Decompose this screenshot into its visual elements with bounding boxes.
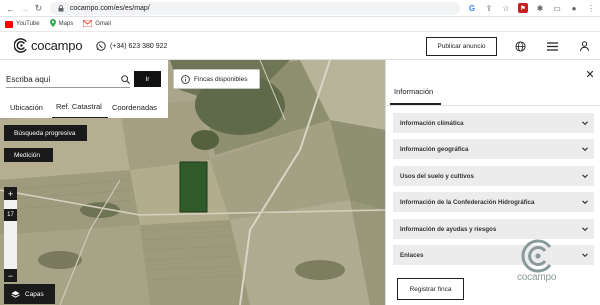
search-panel: Ir Ubicación Ref. Catastral Coordenadas xyxy=(0,60,168,118)
cocampo-watermark-text: cocampo xyxy=(517,272,557,283)
globe-icon[interactable] xyxy=(514,40,526,52)
menu-dots-icon[interactable]: ⋮ xyxy=(586,3,596,13)
info-panel: ✕ Información Información climática Info… xyxy=(385,60,600,305)
accordion-label: Usos del suelo y cultivos xyxy=(400,172,474,180)
divider xyxy=(386,105,600,106)
accordion-climate[interactable]: Información climática xyxy=(393,113,594,133)
search-input[interactable] xyxy=(6,72,130,88)
gmail-icon xyxy=(82,19,93,29)
share-icon[interactable]: ⇪ xyxy=(484,3,494,13)
google-icon[interactable]: G xyxy=(467,3,477,13)
user-icon[interactable] xyxy=(578,40,590,52)
phone-number: (+34) 623 380 922 xyxy=(110,42,168,50)
chevron-down-icon xyxy=(582,174,588,179)
whatsapp-icon xyxy=(96,41,106,51)
site-header: cocampo (+34) 623 380 922 Publicar anunc… xyxy=(0,32,600,60)
zoom-level-indicator[interactable]: 17 xyxy=(4,209,17,221)
layers-icon xyxy=(11,290,20,298)
bookmark-label: YouTube xyxy=(16,21,40,27)
bookmark-youtube[interactable]: YouTube xyxy=(5,20,40,28)
accordion-aid-risks[interactable]: Información de ayudas y riesgos xyxy=(393,219,594,239)
bookmark-maps[interactable]: Maps xyxy=(49,19,74,29)
register-farm-button[interactable]: Registrar finca xyxy=(397,278,464,300)
tab-ref-catastral[interactable]: Ref. Catastral xyxy=(52,96,108,118)
zoom-slider-track[interactable] xyxy=(4,188,17,281)
layers-button[interactable]: Capas xyxy=(4,284,55,304)
tab-coordenadas[interactable]: Coordenadas xyxy=(108,96,168,118)
browser-address-bar: ← → ↻ cocampo.com/es/es/map/ G ⇪ ☆ ⚑ ✱ ▭… xyxy=(0,0,600,17)
bookmarks-bar: YouTube Maps Gmail xyxy=(0,17,600,32)
phone-contact[interactable]: (+34) 623 380 922 xyxy=(96,41,167,51)
profile-icon[interactable]: ● xyxy=(569,3,579,13)
zoom-out-button[interactable]: − xyxy=(4,269,17,282)
accordion-hydrographic[interactable]: Información de la Confederación Hidrográ… xyxy=(393,192,594,212)
accordion-label: Información geográfica xyxy=(400,145,469,153)
progressive-search-button[interactable]: Búsqueda progresiva xyxy=(4,125,87,141)
accordion-label: Información de la Confederación Hidrográ… xyxy=(400,198,535,206)
reload-icon[interactable]: ↻ xyxy=(32,2,45,15)
available-farms-label: Fincas disponibles xyxy=(194,75,248,83)
bookmark-gmail[interactable]: Gmail xyxy=(82,19,111,29)
search-icon[interactable] xyxy=(121,75,131,85)
available-farms-toggle[interactable]: Fincas disponibles xyxy=(173,69,260,89)
accordion-label: Información climática xyxy=(400,119,464,127)
extension-badge-icon[interactable]: ⚑ xyxy=(518,3,528,13)
chevron-down-icon xyxy=(582,227,588,232)
close-icon[interactable]: ✕ xyxy=(584,68,596,81)
publish-listing-button[interactable]: Publicar anuncio xyxy=(426,37,497,56)
url-text: cocampo.com/es/es/map/ xyxy=(70,5,150,12)
info-circle-icon xyxy=(181,74,190,84)
puzzle-icon[interactable]: ✱ xyxy=(535,3,545,13)
youtube-icon xyxy=(5,20,13,28)
back-icon[interactable]: ← xyxy=(4,2,17,15)
chevron-down-icon xyxy=(582,200,588,205)
go-button[interactable]: Ir xyxy=(134,71,161,87)
logo-text: cocampo xyxy=(31,38,83,53)
chevron-down-icon xyxy=(582,253,588,258)
lock-icon xyxy=(58,5,65,12)
maps-icon xyxy=(49,19,56,29)
accordion-land-use[interactable]: Usos del suelo y cultivos xyxy=(393,166,594,186)
accordion-links[interactable]: Enlaces xyxy=(393,245,594,265)
chevron-down-icon xyxy=(582,147,588,152)
bookmark-label: Gmail xyxy=(95,21,111,27)
measurement-button[interactable]: Medición xyxy=(4,148,53,162)
forward-icon[interactable]: → xyxy=(18,2,31,15)
layers-label: Capas xyxy=(25,290,44,298)
cocampo-watermark-icon xyxy=(521,239,552,273)
search-tabs: Ubicación Ref. Catastral Coordenadas xyxy=(0,96,168,118)
url-bar[interactable]: cocampo.com/es/es/map/ xyxy=(50,2,460,15)
cocampo-logo[interactable]: cocampo xyxy=(14,38,83,53)
zoom-in-button[interactable]: + xyxy=(4,187,17,200)
sidebar-icon[interactable]: ▭ xyxy=(552,3,562,13)
star-icon[interactable]: ☆ xyxy=(501,3,511,13)
info-panel-title: Información xyxy=(394,87,434,96)
bookmark-label: Maps xyxy=(58,21,74,27)
accordion-geographic[interactable]: Información geográfica xyxy=(393,139,594,159)
cocampo-logo-icon xyxy=(14,38,27,53)
chevron-down-icon xyxy=(582,121,588,126)
hamburger-menu-icon[interactable] xyxy=(546,40,558,52)
accordion-label: Información de ayudas y riesgos xyxy=(400,225,497,233)
accordion-label: Enlaces xyxy=(400,251,424,259)
tab-ubicacion[interactable]: Ubicación xyxy=(0,96,52,118)
